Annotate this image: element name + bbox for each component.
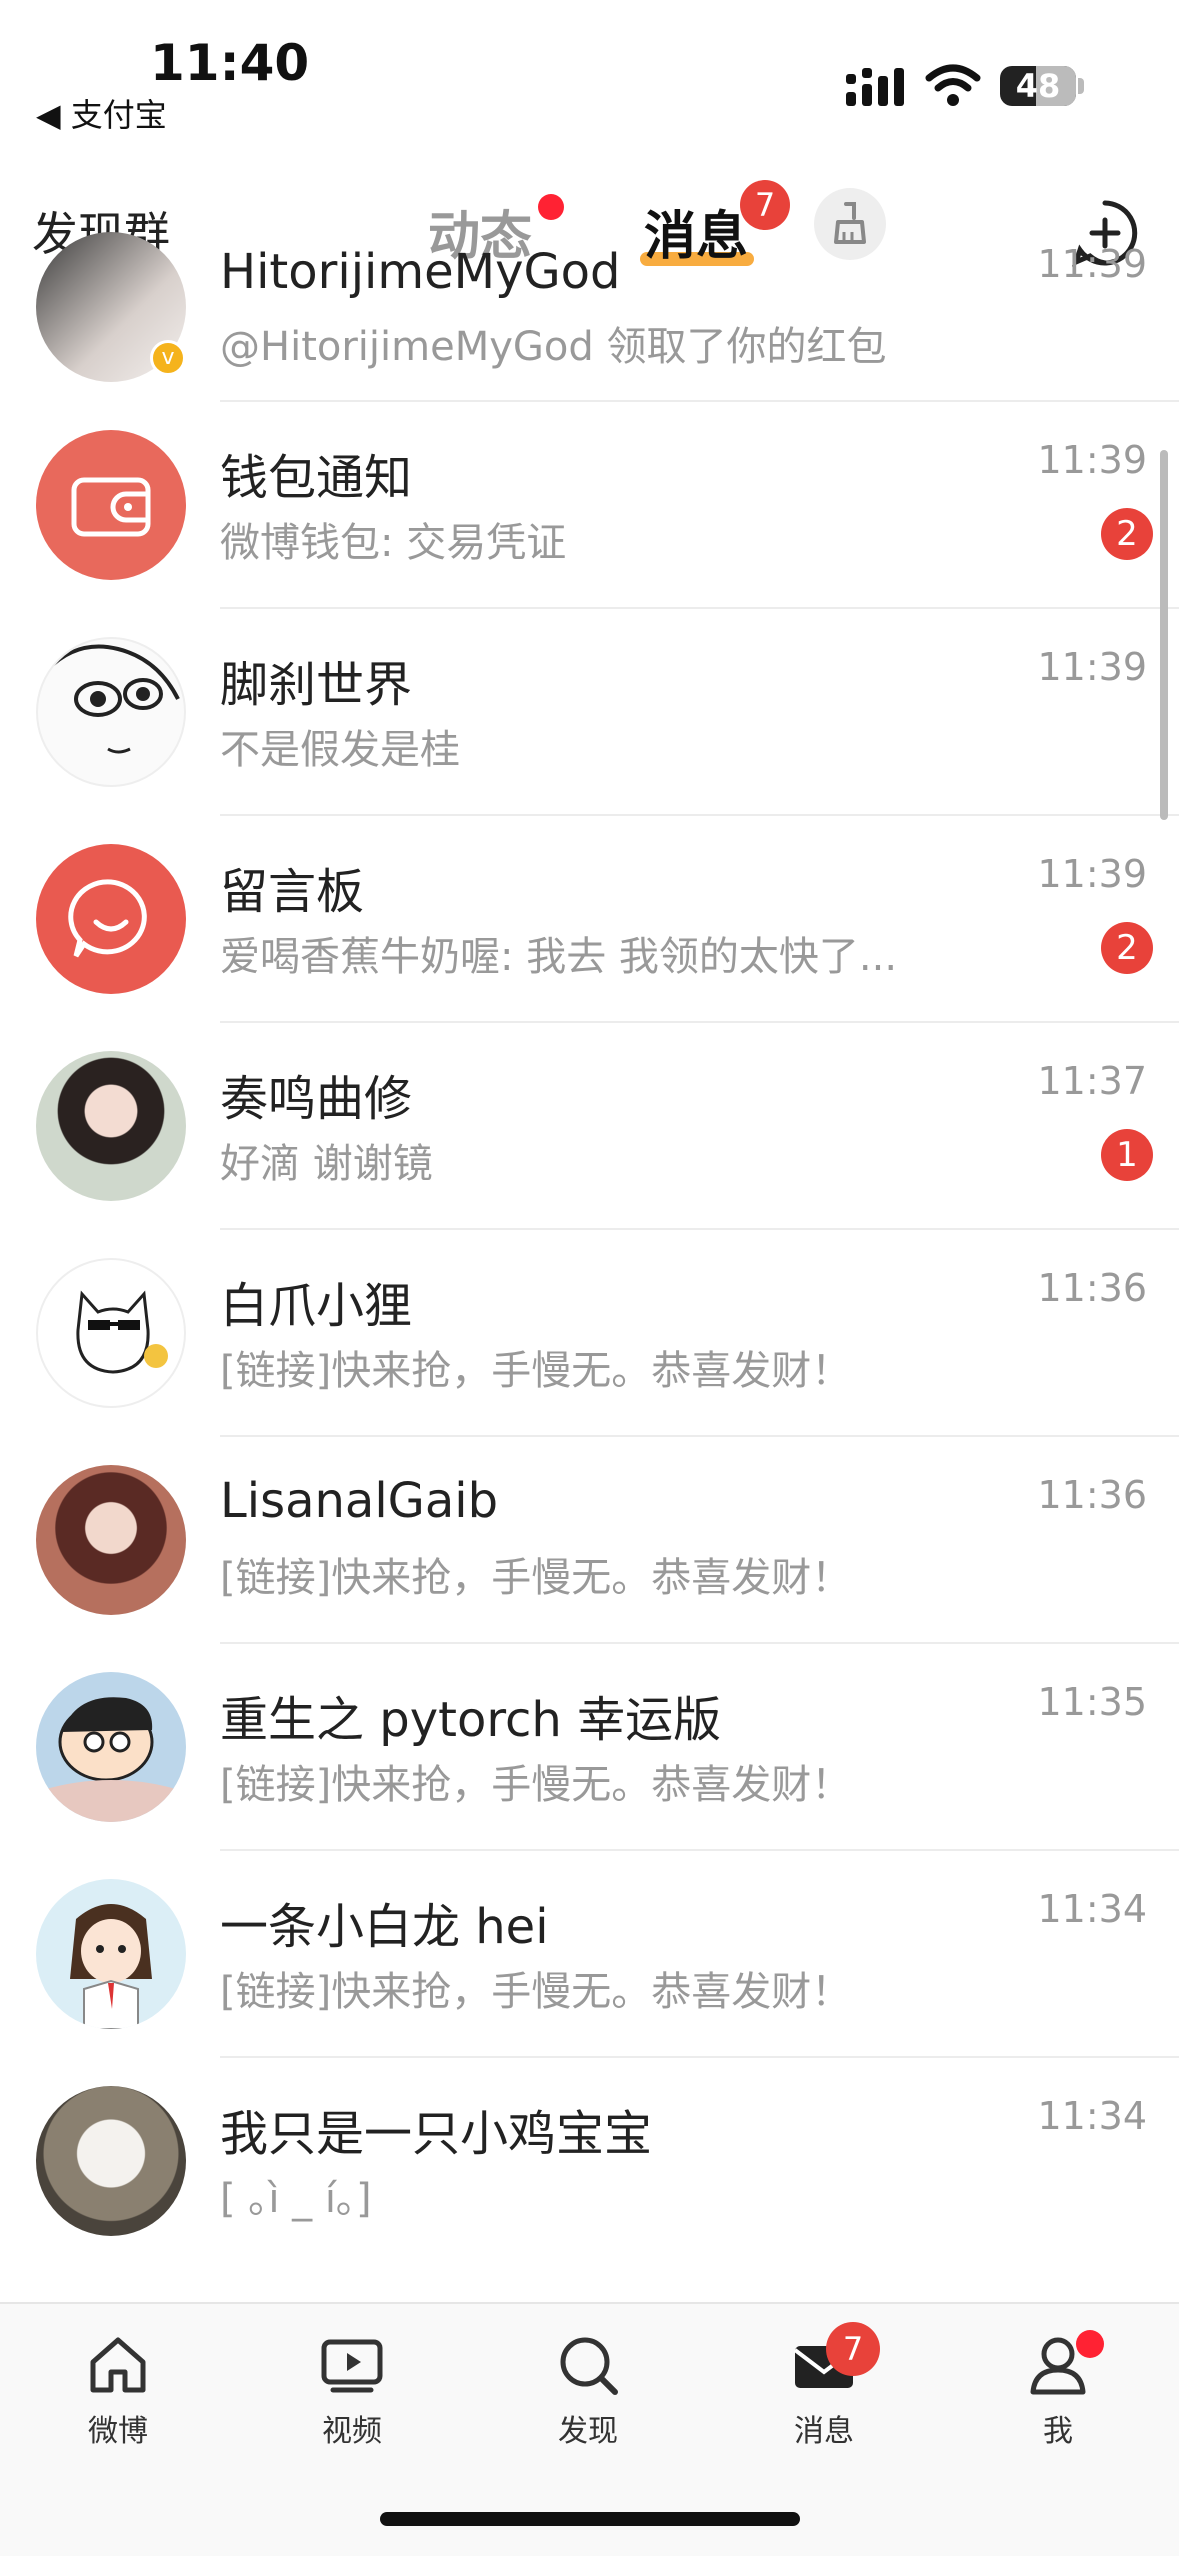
messages-tab-badge: 7 [740,180,790,230]
tab-label: 我 [1043,2414,1073,2449]
cellular-signal-icon [846,68,904,106]
tab-weibo[interactable]: 微博 [48,2332,188,2450]
conversation-row[interactable]: 一条小白龙 hei [链接]快来抢，手慢无。恭喜发财！ 11:34 [0,1851,1179,2058]
cartoon-avatar [36,1672,186,1822]
photo-avatar [36,1465,186,1615]
conversation-name: 重生之 pytorch 幸运版 [220,1692,722,1748]
conversation-row[interactable]: 奏鸣曲修 好滴 谢谢镜 11:37 1 [0,1023,1179,1230]
tab-video[interactable]: 视频 [282,2332,422,2450]
conversation-row[interactable]: 我只是一只小鸡宝宝 [ ｡ì _ í｡] 11:34 [0,2058,1179,2265]
conversation-time: 11:34 [1037,2094,1147,2138]
cartoon-boy-icon [36,1697,186,1822]
conversation-time: 11:36 [1037,1266,1147,1310]
conversation-time: 11:35 [1037,1680,1147,1724]
unread-count-badge: 2 [1101,508,1153,560]
conversation-name: 一条小白龙 hei [220,1899,549,1955]
status-time: 11:40 [150,34,310,92]
tab-me[interactable]: 我 [988,2332,1128,2450]
conversation-name: 奏鸣曲修 [220,1071,413,1127]
conversation-time: 11:39 [1037,852,1147,896]
conversation-preview: 爱喝香蕉牛奶喔: 我去 我领的太快了... [220,934,898,980]
tab-discover[interactable]: 发现 [518,2332,658,2450]
conversation-preview: [链接]快来抢，手慢无。恭喜发财！ [220,1555,852,1601]
tab-label: 消息 [794,2414,854,2449]
chat-bubble-icon [68,879,147,958]
cartoon-avatar [36,1879,186,2029]
conversation-time: 11:36 [1037,1473,1147,1517]
conversation-time: 11:34 [1037,1887,1147,1931]
me-notification-dot [1076,2330,1104,2358]
home-icon [90,2337,146,2393]
wifi-icon [925,64,981,106]
tab-label: 视频 [322,2414,382,2449]
conversation-name: 我只是一只小鸡宝宝 [220,2106,653,2162]
photo-avatar [36,1051,186,1201]
battery-tip [1078,78,1084,94]
status-bar: 11:40 ◀ 支付宝 48 [0,0,1179,150]
conversation-name: 留言板 [220,864,365,920]
conversation-row[interactable]: 白爪小狸 [链接]快来抢，手慢无。恭喜发财！ 11:36 [0,1230,1179,1437]
back-to-app-link[interactable]: ◀ 支付宝 [36,90,167,136]
wallet-icon [71,477,151,537]
conversation-preview: @HitorijimeMyGod 领取了你的红包 [220,324,887,370]
conversation-name: LisanalGaib [220,1473,499,1529]
cartoon-cat-avatar [36,1258,186,1408]
dynamic-notification-dot [538,194,564,220]
conversation-preview: [链接]快来抢，手慢无。恭喜发财！ [220,1348,852,1394]
conversation-preview: 好滴 谢谢镜 [220,1141,433,1187]
message-board-avatar [36,844,186,994]
conversation-preview: [ ｡ì _ í｡] [220,2176,372,2222]
unread-count-badge: 1 [1101,1129,1153,1181]
verified-badge-icon: v [150,340,186,376]
conversation-row[interactable]: 重生之 pytorch 幸运版 [链接]快来抢，手慢无。恭喜发财！ 11:35 [0,1644,1179,1851]
conversation-list: v HitorijimeMyGod @HitorijimeMyGod 领取了你的… [0,232,1179,2265]
sketch-face-icon [46,644,180,754]
conversation-row[interactable]: LisanalGaib [链接]快来抢，手慢无。恭喜发财！ 11:36 [0,1437,1179,1644]
bird-photo-avatar [36,2086,186,2236]
conversation-preview: 微博钱包: 交易凭证 [220,520,567,566]
conversation-time: 11:39 [1037,242,1147,286]
conversation-name: 脚刹世界 [220,657,413,713]
list-scrollbar[interactable] [1160,450,1168,820]
conversation-name: 钱包通知 [220,450,413,506]
conversation-row[interactable]: v HitorijimeMyGod @HitorijimeMyGod 领取了你的… [0,232,1179,402]
conversation-preview: 不是假发是桂 [220,727,460,773]
home-indicator[interactable] [380,2512,800,2526]
battery-indicator: 48 [1000,66,1076,106]
conversation-row[interactable]: 钱包通知 微博钱包: 交易凭证 11:39 2 [0,402,1179,609]
conversation-row[interactable]: 脚刹世界 不是假发是桂 11:39 [0,609,1179,816]
conversation-time: 11:39 [1037,645,1147,689]
tab-label: 微博 [88,2414,148,2449]
conversation-name: 白爪小狸 [220,1278,413,1334]
conversation-time: 11:37 [1037,1059,1147,1103]
video-icon [321,2339,383,2393]
conversation-time: 11:39 [1037,438,1147,482]
search-icon [560,2337,618,2395]
cat-sunglasses-icon [76,1290,168,1374]
unread-count-badge: 2 [1101,922,1153,974]
wallet-avatar [36,430,186,580]
sketch-avatar [36,637,186,787]
tab-label: 发现 [558,2414,618,2449]
cartoon-girl-icon [70,1904,152,2029]
messages-tab-badge-bottom: 7 [826,2322,880,2376]
conversation-row[interactable]: 留言板 爱喝香蕉牛奶喔: 我去 我领的太快了... 11:39 2 [0,816,1179,1023]
conversation-name: HitorijimeMyGod [220,244,621,300]
conversation-preview: [链接]快来抢，手慢无。恭喜发财！ [220,1762,852,1808]
conversation-preview: [链接]快来抢，手慢无。恭喜发财！ [220,1969,852,2015]
